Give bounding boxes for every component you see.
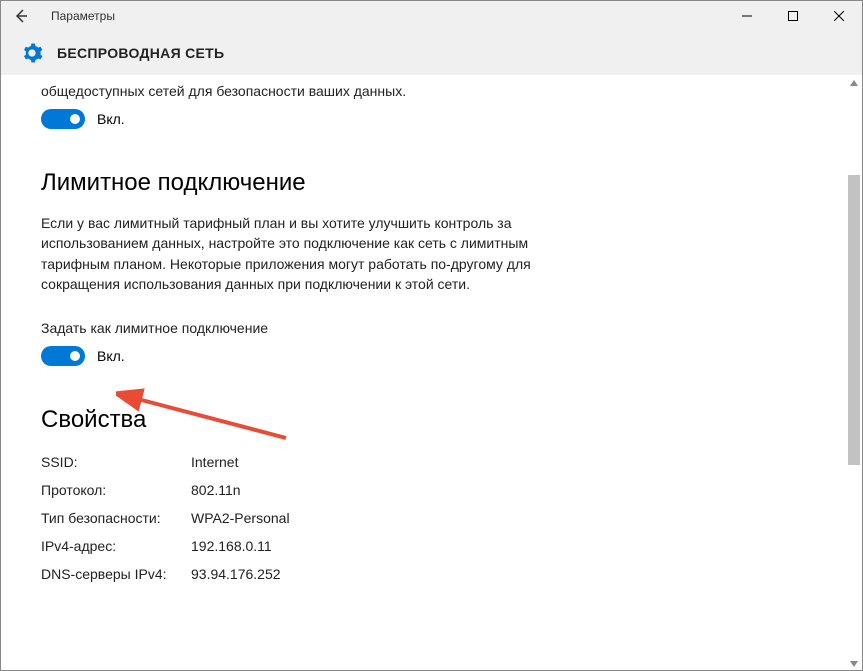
prop-key: Протокол: [41,482,191,498]
prop-key: DNS-серверы IPv4: [41,566,191,582]
window-controls [724,1,862,31]
scroll-thumb[interactable] [848,175,860,465]
back-arrow-icon [13,8,29,24]
maximize-icon [788,11,798,21]
close-button[interactable] [816,1,862,31]
metered-sublabel: Задать как лимитное подключение [41,320,838,336]
back-button[interactable] [1,1,41,31]
scroll-up-button[interactable] [846,75,862,91]
prop-val: 93.94.176.252 [191,566,281,582]
metered-toggle-row: Вкл. [41,346,838,366]
prev-toggle-row: Вкл. [41,109,838,129]
scroll-down-button[interactable] [846,656,862,671]
toggle-knob [70,114,80,124]
metered-heading: Лимитное подключение [41,169,838,197]
chevron-up-icon [850,80,858,86]
table-row: DNS-серверы IPv4: 93.94.176.252 [41,560,838,588]
table-row: IPv4-адрес: 192.168.0.11 [41,532,838,560]
toggle-knob [70,351,80,361]
table-row: SSID: Internet [41,448,838,476]
metered-toggle[interactable] [41,346,85,366]
prop-key: SSID: [41,454,191,470]
table-row: Тип безопасности: WPA2-Personal [41,504,838,532]
table-row: Протокол: 802.11n [41,476,838,504]
page-title: БЕСПРОВОДНАЯ СЕТЬ [57,45,224,61]
prev-section-desc-truncated: общедоступных сетей для безопасности ваш… [41,83,838,99]
content-wrap: общедоступных сетей для безопасности ваш… [1,75,862,671]
scrollbar[interactable] [846,75,862,671]
minimize-icon [742,11,752,21]
gear-icon [21,42,43,64]
prop-key: Тип безопасности: [41,510,191,526]
prop-val: WPA2-Personal [191,510,290,526]
properties-table: SSID: Internet Протокол: 802.11n Тип без… [41,448,838,588]
close-icon [834,11,844,21]
settings-window: Параметры БЕСПРОВОДНАЯ СЕТЬ [0,0,863,671]
page-header: БЕСПРОВОДНАЯ СЕТЬ [1,31,862,75]
prop-val: Internet [191,454,238,470]
chevron-down-icon [850,661,858,667]
properties-heading: Свойства [41,406,838,434]
minimize-button[interactable] [724,1,770,31]
prev-section-toggle[interactable] [41,109,85,129]
prop-val: 192.168.0.11 [191,538,272,554]
app-title: Параметры [51,9,115,23]
content: общедоступных сетей для безопасности ваш… [1,75,862,671]
metered-description: Если у вас лимитный тарифный план и вы х… [41,213,551,294]
maximize-button[interactable] [770,1,816,31]
titlebar: Параметры [1,1,862,31]
metered-toggle-label: Вкл. [97,348,125,364]
prev-toggle-label: Вкл. [97,111,125,127]
prop-key: IPv4-адрес: [41,538,191,554]
prop-val: 802.11n [191,482,241,498]
